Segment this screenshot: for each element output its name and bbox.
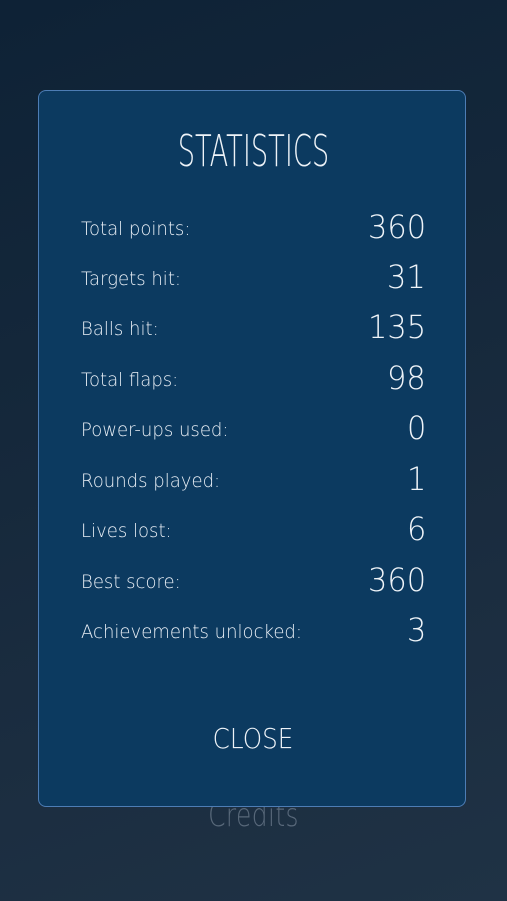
stat-value: 3	[406, 611, 426, 649]
dialog-title: STATISTICS	[177, 126, 330, 177]
stat-row-balls-hit: Balls hit: 135	[81, 306, 426, 346]
close-button[interactable]: CLOSE	[187, 716, 319, 762]
stat-row-achievements-unlocked: Achievements unlocked: 3	[81, 609, 426, 649]
stat-row-targets-hit: Targets hit: 31	[81, 256, 426, 296]
stat-label: Targets hit:	[81, 268, 181, 290]
stat-label: Total flaps:	[81, 369, 179, 391]
stat-value: 360	[367, 208, 426, 246]
stat-label: Balls hit:	[81, 318, 159, 340]
stat-label: Lives lost:	[81, 520, 172, 542]
stat-label: Total points:	[81, 218, 191, 240]
stat-label: Achievements unlocked:	[81, 621, 302, 643]
stat-row-lives-lost: Lives lost: 6	[81, 508, 426, 548]
stat-value: 6	[406, 510, 426, 548]
stat-row-total-flaps: Total flaps: 98	[81, 357, 426, 397]
statistics-dialog	[38, 90, 466, 807]
stat-value: 31	[387, 258, 426, 296]
stat-value: 135	[367, 308, 426, 346]
stat-row-best-score: Best score: 360	[81, 559, 426, 599]
stat-label: Rounds played:	[81, 470, 221, 492]
stat-value: 98	[387, 359, 426, 397]
stat-label: Power-ups used:	[81, 419, 229, 441]
stat-row-rounds-played: Rounds played: 1	[81, 458, 426, 498]
stat-label: Best score:	[81, 571, 181, 593]
stat-row-power-ups-used: Power-ups used: 0	[81, 407, 426, 447]
stat-row-total-points: Total points: 360	[81, 206, 426, 246]
stat-value: 360	[367, 561, 426, 599]
stat-value: 1	[406, 460, 426, 498]
stat-value: 0	[406, 409, 426, 447]
